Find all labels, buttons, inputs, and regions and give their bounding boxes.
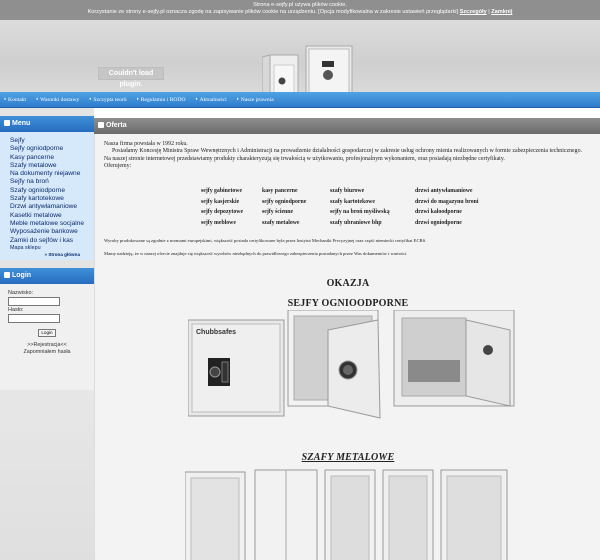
menu-title: Menu bbox=[12, 120, 31, 127]
product-item: sejfy meblowe bbox=[201, 219, 236, 226]
intro-2: Posiadamy Koncesję Ministra Spraw Wewnęt… bbox=[112, 148, 583, 155]
product-item: sejfy ścienne bbox=[262, 209, 294, 215]
menu-item-wyposazenie-bankowe[interactable]: Wyposażenie bankowe bbox=[10, 228, 94, 236]
nav-kontakt[interactable]: Kontakt bbox=[0, 92, 26, 107]
heading-okazja: OKAZJA bbox=[326, 278, 370, 289]
safe-brand-logo: Chubbsafes bbox=[196, 329, 236, 336]
metal-cabinets-image bbox=[185, 469, 508, 560]
nav-szczypta-teorii[interactable]: Szczypta teorii bbox=[85, 92, 126, 107]
password-input[interactable] bbox=[8, 314, 60, 323]
login-box: Nazwisko: Hasło: Login >>Rejestracja<< Z… bbox=[0, 284, 94, 390]
offer-header: Oferta bbox=[94, 118, 600, 134]
menu-header-icon bbox=[4, 119, 10, 126]
cookie-details-link[interactable]: Szczegóły bbox=[460, 9, 487, 15]
menu-box: Sejfy Sejfy ogniodporne Kasy pancerne Sz… bbox=[0, 132, 94, 260]
product-item: drzwi kaloodporne bbox=[415, 209, 462, 215]
forgot-password-link[interactable]: Zapomniałem hasła bbox=[8, 349, 86, 356]
nav-warunki-dostawy[interactable]: Warunki dostawy bbox=[32, 92, 79, 107]
product-column-3: szafy biurowe szafy kartotekowe sejfy na… bbox=[330, 186, 415, 228]
heading-sejfy-ogniodporne: SEJFY OGNIOODPORNE bbox=[287, 298, 409, 309]
sidebar: Menu Sejfy Sejfy ogniodporne Kasy pancer… bbox=[0, 108, 94, 560]
product-column-2: kasy pancerne sejfy ogniodporne sejfy śc… bbox=[262, 186, 330, 228]
closing-note: Mamy nadzieję, że w naszej ofercie znajd… bbox=[104, 251, 408, 256]
login-links: >>Rejestracja<< Zapomniałem hasła bbox=[8, 342, 86, 356]
menu-item-kasetki-metalowe[interactable]: Kasetki metalowe bbox=[10, 212, 94, 220]
cookie-text: Korzystanie ze strony e-sejfy.pl oznacza… bbox=[87, 9, 459, 15]
heading-szafy-metalowe: SZAFY METALOWE bbox=[301, 452, 395, 463]
product-item: sejfy gabinetowe bbox=[201, 188, 243, 194]
product-item: drzwi ogniodporne bbox=[415, 219, 462, 226]
register-link[interactable]: >>Rejestracja<< bbox=[8, 342, 86, 349]
nav-aktualnosci[interactable]: Aktualności bbox=[192, 92, 227, 107]
certification-note: Wyroby produkowane są zgodnie z normami … bbox=[104, 238, 427, 243]
login-title: Login bbox=[12, 272, 32, 279]
cookie-close-link[interactable]: Zamknij bbox=[491, 9, 512, 15]
product-column-1: sejfy gabinetowe sejfy kasjerskie sejfy … bbox=[201, 186, 262, 228]
offer-content: Nasza firma powstała w 1992 roku. Posiad… bbox=[94, 134, 600, 560]
product-item: szafy kartotekowe bbox=[330, 198, 375, 205]
menu-item-sejfy-na-bron[interactable]: Sejfy na broń bbox=[10, 178, 94, 186]
cookie-line-1: Strona e-sejfy.pl używa plików cookie. bbox=[253, 2, 347, 8]
menu-header: Menu bbox=[0, 116, 94, 132]
username-label: Nazwisko: bbox=[8, 290, 34, 296]
home-link[interactable]: » Strona główna bbox=[10, 252, 94, 257]
site-header: Couldn't load plugin. bbox=[0, 20, 600, 109]
password-label: Hasło: bbox=[8, 307, 24, 313]
menu-item-mapa-sklepu[interactable]: Mapa sklepu bbox=[10, 245, 94, 252]
cookie-line-2: Korzystanie ze strony e-sejfy.pl oznacza… bbox=[87, 9, 513, 15]
menu-item-kasy-pancerne[interactable]: Kasy pancerne bbox=[10, 154, 94, 162]
fireproof-safes-image: Chubbsafes bbox=[188, 310, 515, 419]
cookie-banner: Strona e-sejfy.pl używa plików cookie. K… bbox=[0, 0, 600, 20]
product-item: drzwi do magazynu broni bbox=[415, 198, 479, 205]
menu-item-sejfy-ogniodporne[interactable]: Sejfy ogniodporne bbox=[10, 145, 94, 153]
top-navigation: Kontakt Warunki dostawy Szczypta teorii … bbox=[0, 92, 600, 108]
product-item: kasy pancerne bbox=[262, 188, 298, 194]
menu-item-szafy-ogniodporne[interactable]: Szafy ogniodporne bbox=[10, 187, 94, 195]
product-item: sejfy ogniodporne bbox=[262, 198, 307, 205]
username-input[interactable] bbox=[8, 297, 60, 306]
offer-header-icon bbox=[98, 121, 104, 128]
plugin-error-message: Couldn't load plugin. bbox=[98, 67, 164, 88]
product-item: szafy biurowe bbox=[330, 188, 365, 194]
product-item: drzwi antywłamaniowe bbox=[415, 188, 473, 194]
main-content: Oferta Nasza firma powstała w 1992 roku.… bbox=[94, 108, 600, 560]
product-item: sejfy kasjerskie bbox=[201, 198, 240, 205]
menu-item-zamki[interactable]: Zamki do sejfów i kas bbox=[10, 237, 94, 245]
product-item: szafy metalowe bbox=[262, 219, 300, 226]
intro-3: Na naszej stronie internetowej przedstaw… bbox=[104, 155, 505, 162]
menu-item-szafy-metalowe[interactable]: Szafy metalowe bbox=[10, 162, 94, 170]
login-button[interactable]: Login bbox=[38, 329, 56, 337]
product-item: szafy ubraniowe bhp bbox=[330, 219, 382, 226]
product-item: sejfy na broń myśliwską bbox=[330, 209, 390, 215]
product-column-4: drzwi antywłamaniowe drzwi do magazynu b… bbox=[415, 186, 495, 228]
intro-4: Oferujemy: bbox=[104, 162, 132, 169]
menu-item-dokumenty-niejawne[interactable]: Na dokumenty niejawne bbox=[10, 170, 94, 178]
login-header: Login bbox=[0, 268, 94, 284]
sidebar-filler bbox=[0, 390, 94, 560]
product-item: sejfy depozytowe bbox=[201, 209, 244, 215]
nav-nasze-prawnia[interactable]: Nasze prawnia bbox=[233, 92, 274, 107]
menu-item-szafy-kartotekowe[interactable]: Szafy kartotekowe bbox=[10, 195, 94, 203]
menu-item-drzwi-antywlamaniowe[interactable]: Drzwi antywłamaniowe bbox=[10, 203, 94, 211]
nav-regulamin[interactable]: Regulamin i RODO bbox=[133, 92, 186, 107]
product-list: sejfy gabinetowe sejfy kasjerskie sejfy … bbox=[201, 186, 495, 228]
menu-item-sejfy[interactable]: Sejfy bbox=[10, 137, 94, 145]
menu-item-meble-socjalne[interactable]: Meble metalowe socjalne bbox=[10, 220, 94, 228]
login-header-icon bbox=[4, 271, 10, 278]
offer-title: Oferta bbox=[106, 122, 127, 129]
